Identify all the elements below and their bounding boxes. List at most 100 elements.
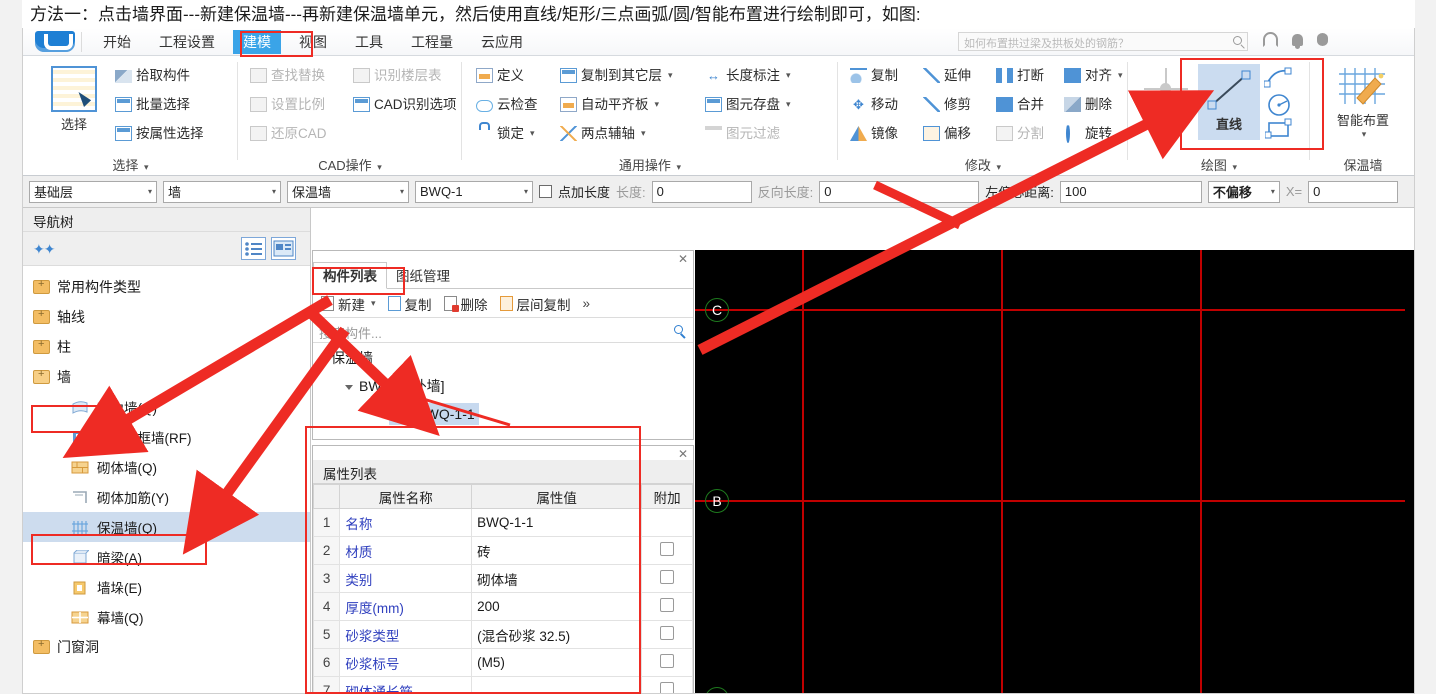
- table-row[interactable]: 3 类别 砌体墙: [313, 564, 693, 593]
- row-additional[interactable]: [641, 620, 693, 649]
- drawing-canvas[interactable]: C B A: [695, 250, 1414, 693]
- menu-item-modeling[interactable]: 建模: [233, 30, 281, 54]
- more-commands-button[interactable]: »: [579, 294, 595, 313]
- ribbon-group-modify-title[interactable]: 修改 ▾: [838, 155, 1128, 174]
- row-additional[interactable]: [641, 564, 693, 593]
- restore-cad-button[interactable]: 还原CAD: [250, 126, 327, 141]
- eccentric-distance-input[interactable]: 100: [1059, 180, 1202, 203]
- delete-button[interactable]: 删除: [1064, 97, 1112, 112]
- axis-bubble-a[interactable]: A: [705, 687, 729, 693]
- rotate-button[interactable]: 旋转: [1064, 124, 1112, 143]
- smart-layout-button[interactable]: 智能布置 ▾: [1320, 64, 1406, 140]
- arc-tool-button[interactable]: [1263, 66, 1292, 91]
- length-input[interactable]: 0: [651, 180, 752, 203]
- ribbon-group-common-title[interactable]: 通用操作 ▾: [462, 155, 838, 174]
- copy-to-other-floor-button[interactable]: 复制到其它层 ▾: [560, 68, 673, 83]
- close-icon[interactable]: ✕: [678, 447, 688, 461]
- category-select[interactable]: 墙 ▾: [163, 180, 281, 203]
- notification-bell-icon[interactable]: [1292, 33, 1303, 49]
- copy-component-button[interactable]: 复制: [384, 292, 436, 316]
- tree-item-column[interactable]: 柱: [23, 332, 310, 362]
- set-scale-button[interactable]: 设置比例: [250, 97, 325, 112]
- reverse-length-input[interactable]: 0: [819, 180, 980, 203]
- recognize-floor-table-button[interactable]: 识别楼层表: [353, 68, 442, 83]
- row-property-value[interactable]: BWQ-1-1: [471, 508, 643, 537]
- ribbon-group-insulation-title[interactable]: 保温墙: [1310, 155, 1414, 174]
- tree-item-wall-pier[interactable]: 墙垛(E): [23, 572, 310, 602]
- copy-button[interactable]: 复制: [850, 68, 898, 83]
- component-tree-leaf[interactable]: (右)BWQ-1-1: [313, 400, 693, 428]
- expander-icon[interactable]: [319, 357, 327, 362]
- move-button[interactable]: ✥ 移动: [850, 97, 898, 112]
- tree-item-masonry-wall[interactable]: 砌体墙(Q): [23, 452, 310, 482]
- offset-button[interactable]: 偏移: [923, 126, 971, 141]
- two-point-axis-button[interactable]: 两点辅轴 ▾: [560, 126, 646, 141]
- find-replace-button[interactable]: 查找替换: [250, 68, 325, 83]
- row-property-value[interactable]: 砖: [471, 536, 643, 565]
- favorites-icon[interactable]: ✦✦: [33, 241, 55, 258]
- additional-checkbox[interactable]: [660, 654, 675, 668]
- menu-item-quantity[interactable]: 工程量: [401, 30, 463, 54]
- menu-item-project-settings[interactable]: 工程设置: [149, 30, 225, 54]
- axis-bubble-b[interactable]: B: [705, 489, 729, 513]
- table-row[interactable]: 2 材质 砖: [313, 536, 693, 565]
- merge-button[interactable]: 合并: [996, 97, 1044, 112]
- define-button[interactable]: 定义: [476, 68, 524, 83]
- cloud-check-button[interactable]: 云检查: [476, 97, 538, 112]
- expander-icon[interactable]: [345, 385, 353, 390]
- ribbon-group-cad-title[interactable]: CAD操作 ▾: [238, 155, 462, 174]
- tab-drawing-management[interactable]: 图纸管理: [387, 263, 459, 288]
- tab-component-list[interactable]: 构件列表: [313, 262, 387, 289]
- tree-item-concealed-beam[interactable]: 暗梁(A): [23, 542, 310, 572]
- trim-button[interactable]: 修剪: [923, 97, 971, 112]
- row-property-value[interactable]: (M5): [471, 648, 643, 677]
- rectangle-tool-button[interactable]: [1264, 118, 1293, 143]
- tree-item-airdefense-wall[interactable]: 人防门框墙(RF): [23, 422, 310, 452]
- additional-checkbox[interactable]: [660, 570, 675, 584]
- menu-item-start[interactable]: 开始: [93, 30, 141, 54]
- select-by-property-button[interactable]: 按属性选择: [115, 126, 204, 141]
- additional-checkbox[interactable]: [660, 598, 675, 612]
- additional-checkbox[interactable]: [660, 542, 675, 556]
- row-property-value[interactable]: 200: [471, 592, 643, 621]
- copy-between-floors-button[interactable]: 层间复制: [496, 292, 575, 316]
- row-additional[interactable]: [641, 536, 693, 565]
- ribbon-group-select-title[interactable]: 选择 ▾: [23, 155, 238, 174]
- element-save-button[interactable]: 图元存盘 ▾: [705, 97, 791, 112]
- ribbon-group-draw-title[interactable]: 绘图 ▾: [1128, 155, 1310, 174]
- lock-button[interactable]: 锁定 ▾: [476, 126, 535, 141]
- cad-recognition-options-button[interactable]: CAD识别选项: [353, 97, 457, 112]
- additional-checkbox[interactable]: [660, 626, 675, 640]
- tree-item-axis[interactable]: 轴线: [23, 302, 310, 332]
- close-icon[interactable]: ✕: [678, 252, 688, 266]
- tree-item-common-types[interactable]: 常用构件类型: [23, 272, 310, 302]
- table-row[interactable]: 4 厚度(mm) 200: [313, 592, 693, 621]
- mirror-button[interactable]: 镜像: [850, 126, 898, 141]
- row-property-value[interactable]: (混合砂浆 32.5): [471, 620, 643, 649]
- table-row[interactable]: 7 砌体通长筋: [313, 676, 693, 693]
- circle-tool-button[interactable]: [1266, 92, 1292, 121]
- batch-select-button[interactable]: 批量选择: [115, 97, 190, 112]
- member-select[interactable]: BWQ-1 ▾: [415, 180, 533, 203]
- new-component-button[interactable]: 新建 ▾: [317, 292, 380, 316]
- break-button[interactable]: 打断: [996, 68, 1044, 83]
- type-select[interactable]: 保温墙 ▾: [287, 180, 409, 203]
- row-additional[interactable]: [641, 592, 693, 621]
- tree-item-door-window-opening[interactable]: 门窗洞: [23, 632, 310, 662]
- delete-component-button[interactable]: 删除: [440, 292, 492, 316]
- point-tool-button[interactable]: 点: [1142, 68, 1190, 131]
- row-additional[interactable]: [641, 648, 693, 677]
- menu-item-view[interactable]: 视图: [289, 30, 337, 54]
- row-property-value[interactable]: [471, 676, 643, 693]
- extend-button[interactable]: 延伸: [923, 68, 971, 83]
- additional-checkbox[interactable]: [660, 682, 675, 693]
- align-button[interactable]: 对齐 ▾: [1064, 68, 1123, 83]
- select-button[interactable]: 选择: [43, 66, 105, 133]
- axis-bubble-c[interactable]: C: [705, 298, 729, 322]
- search-input[interactable]: 如何布置拱过梁及拱板处的钢筋？: [958, 32, 1248, 51]
- tree-item-shear-wall[interactable]: 剪力墙(Q): [23, 392, 310, 422]
- menu-item-cloud[interactable]: 云应用: [471, 30, 533, 54]
- component-tree-root[interactable]: 保温墙: [313, 344, 693, 372]
- menu-item-tools[interactable]: 工具: [345, 30, 393, 54]
- element-filter-button[interactable]: 图元过滤: [705, 126, 780, 141]
